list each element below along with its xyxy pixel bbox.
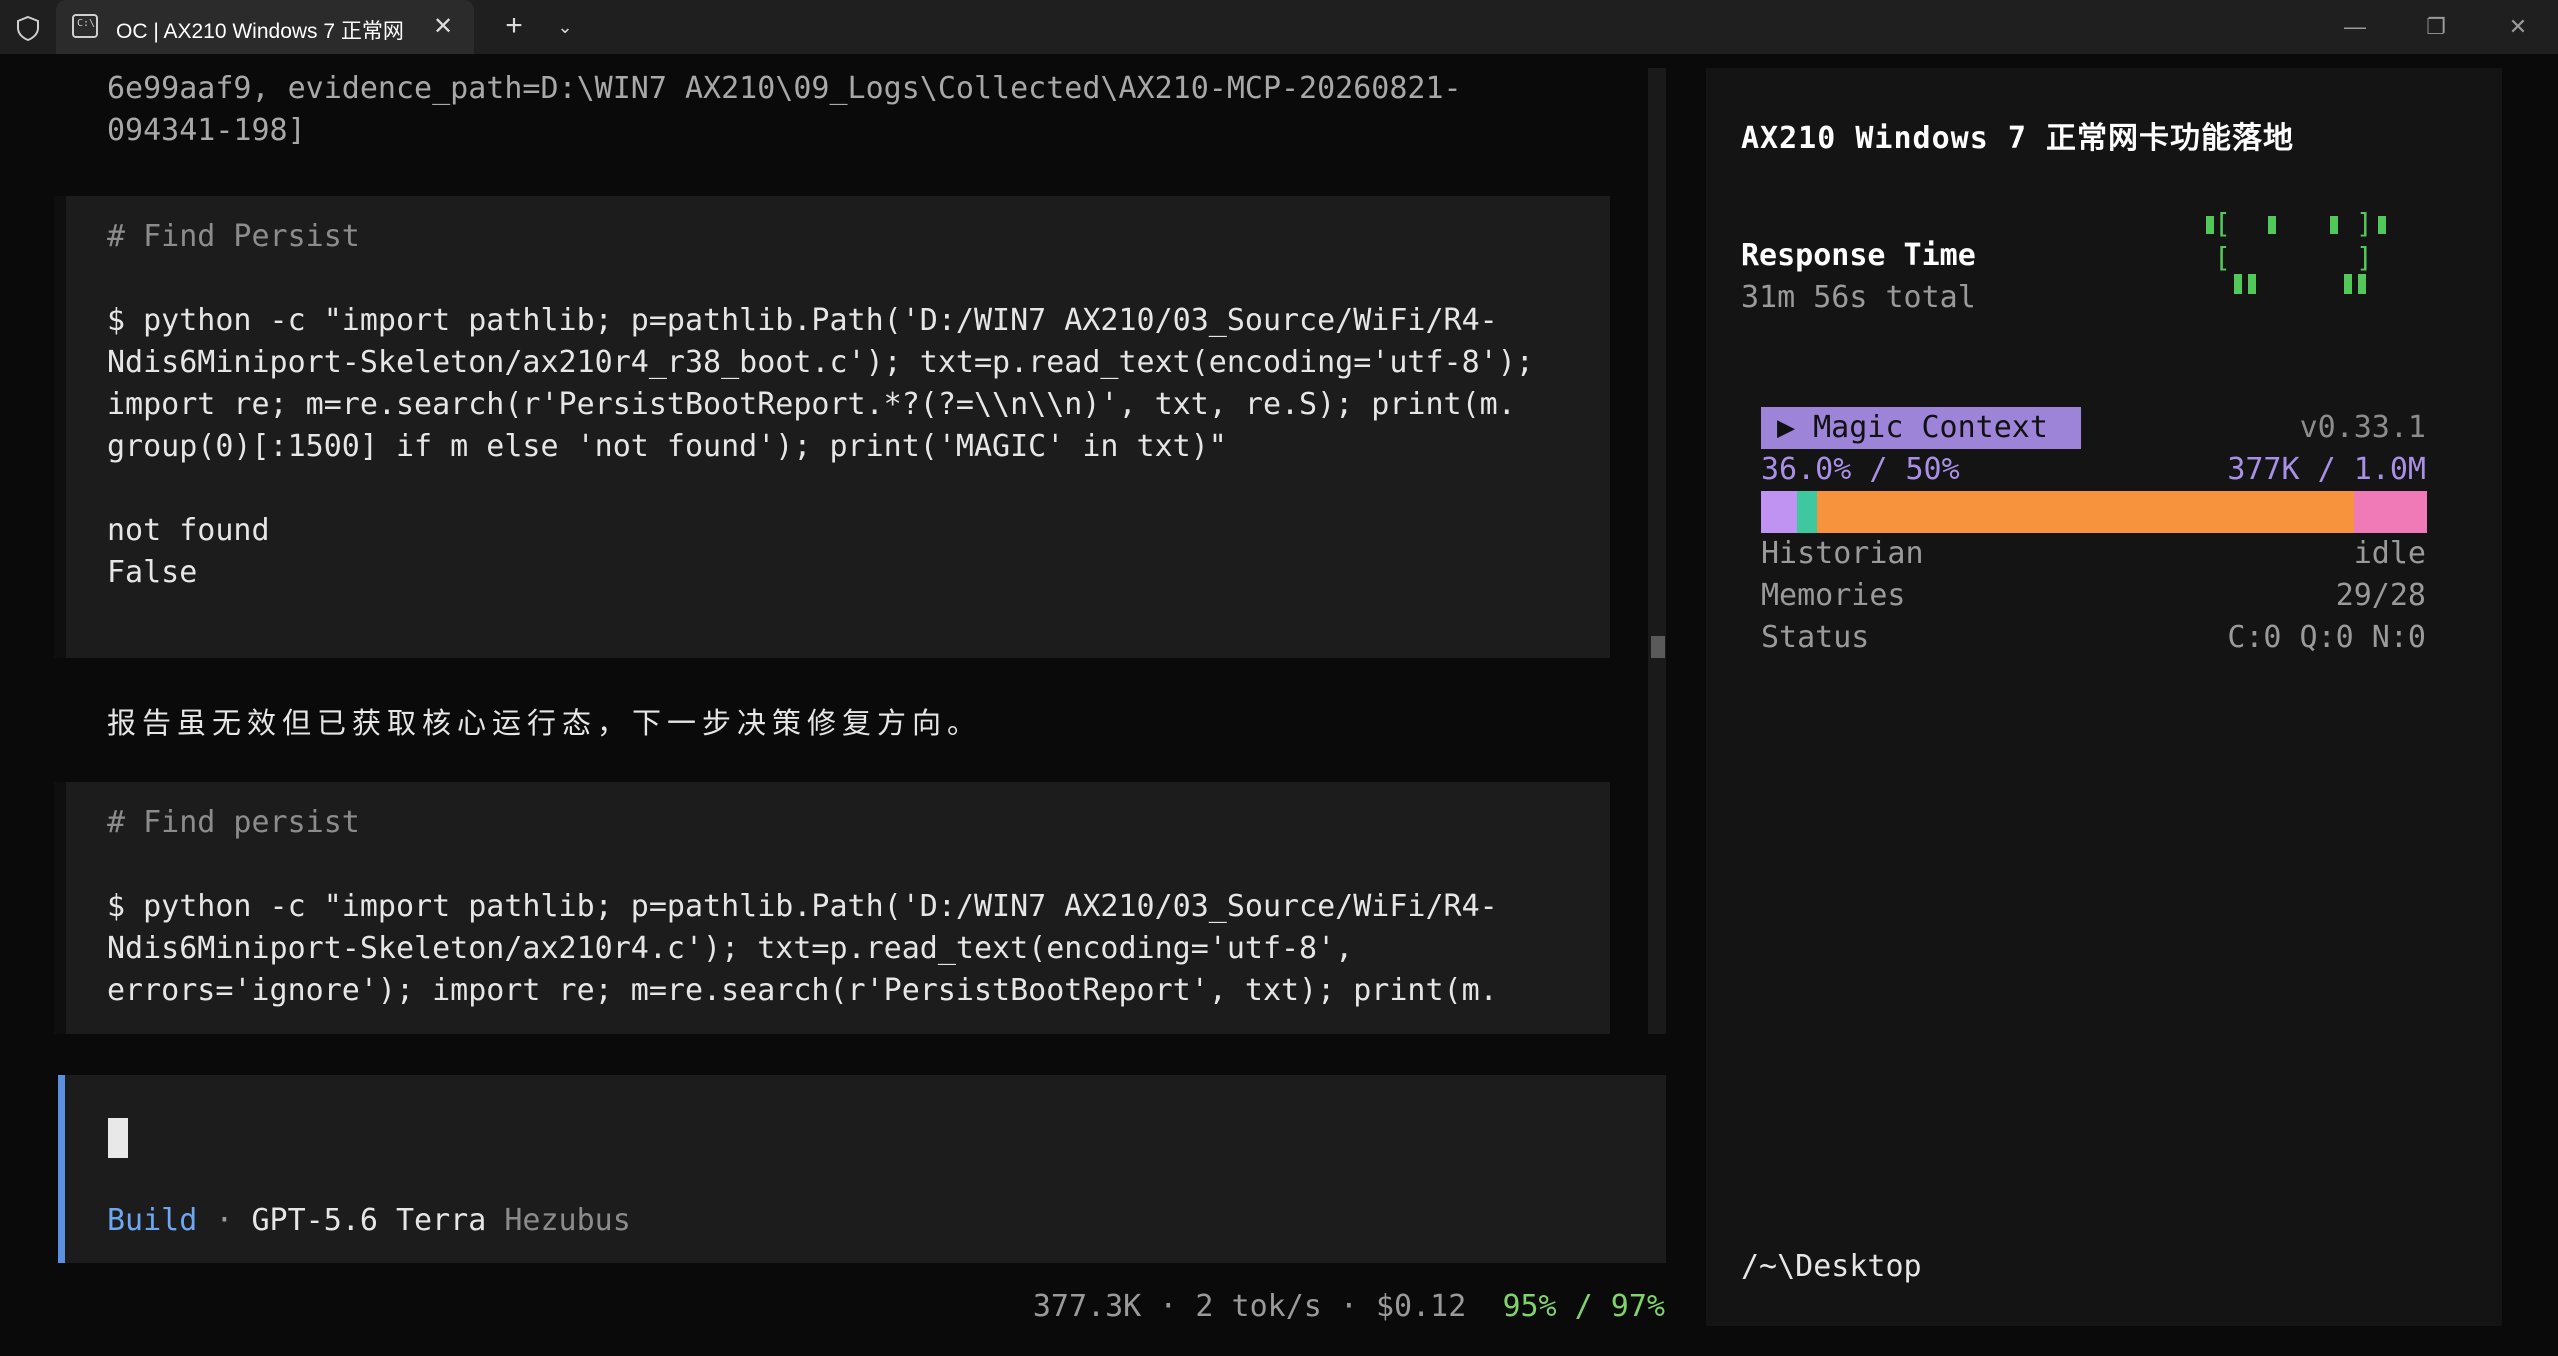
- tab-close-icon[interactable]: ✕: [424, 8, 462, 46]
- new-tab-button[interactable]: +: [494, 8, 534, 46]
- usage-bar-segment-pink: [2354, 491, 2427, 533]
- mode-label[interactable]: Build: [107, 1203, 197, 1238]
- output-line: not found: [107, 513, 270, 548]
- terminal-icon-text: C:\: [77, 18, 96, 29]
- text-cursor: [108, 1118, 128, 1158]
- evidence-line: 094341-198]: [107, 113, 306, 148]
- scrollbar-track[interactable]: [1648, 68, 1666, 1034]
- tab-title: OC | AX210 Windows 7 正常网: [116, 20, 404, 43]
- status-value: C:0 Q:0 N:0: [2227, 620, 2426, 655]
- input-accent-bar: [58, 1075, 65, 1263]
- scrollbar-thumb[interactable]: [1651, 636, 1665, 658]
- command-line: $ python -c "import pathlib; p=pathlib.P…: [107, 889, 1498, 924]
- tab-dropdown-icon[interactable]: ⌄: [548, 8, 582, 46]
- provider-name: Hezubus: [486, 1203, 631, 1238]
- title-bar: C:\ OC | AX210 Windows 7 正常网 ✕ + ⌄ — ❐ ✕: [0, 0, 2558, 54]
- assistant-note: 报告虽无效但已获取核心运行态，下一步决策修复方向。: [107, 706, 983, 740]
- status-label: Status: [1761, 620, 1870, 655]
- memories-label: Memories: [1761, 578, 1906, 613]
- context-percent: 95% / 97%: [1502, 1289, 1665, 1324]
- activity-spinner-icon: [ ] [ ]: [2206, 206, 2406, 296]
- command-line: group(0)[:1500] if m else 'not found'); …: [107, 429, 1227, 464]
- session-title: AX210 Windows 7 正常网卡功能落地: [1741, 121, 2294, 156]
- model-selector[interactable]: Build · GPT-5.6 Terra Hezubus: [107, 1200, 631, 1242]
- minimize-button[interactable]: —: [2315, 0, 2395, 54]
- transcript[interactable]: 6e99aaf9, evidence_path=D:\WIN7 AX210\09…: [0, 68, 1650, 1034]
- separator: ·: [197, 1203, 252, 1238]
- close-window-button[interactable]: ✕: [2478, 0, 2558, 54]
- tool-comment: # Find Persist: [107, 219, 360, 254]
- context-usage-tokens: 377K / 1.0M: [2227, 452, 2426, 487]
- magic-context-version: v0.33.1: [2299, 410, 2426, 445]
- usage-bar-segment-teal: [1797, 491, 1817, 533]
- tool-call-block: # Find persist ​ $ python -c "import pat…: [54, 782, 1610, 1034]
- context-usage-percent: 36.0% / 50%: [1761, 452, 1960, 487]
- response-time-label: Response Time: [1741, 238, 1976, 273]
- working-directory: /~\Desktop: [1741, 1249, 1922, 1284]
- session-sidebar: AX210 Windows 7 正常网卡功能落地 [ ] [ ] Respons…: [1706, 68, 2502, 1326]
- historian-label: Historian: [1761, 536, 1924, 571]
- command-line: Ndis6Miniport-Skeleton/ax210r4.c'); txt=…: [107, 931, 1354, 966]
- usage-bar-segment-purple: [1761, 491, 1797, 533]
- response-time-value: 31m 56s total: [1741, 280, 1976, 315]
- model-name[interactable]: GPT-5.6 Terra: [252, 1203, 487, 1238]
- memories-value: 29/28: [2335, 578, 2426, 613]
- magic-context-label: ▶ Magic Context: [1777, 410, 2048, 445]
- token-stats: 377.3K · 2 tok/s · $0.12: [1032, 1289, 1503, 1324]
- evidence-text: 6e99aaf9, evidence_path=D:\WIN7 AX210\09…: [107, 68, 1462, 152]
- restore-button[interactable]: ❐: [2396, 0, 2476, 54]
- command-line: errors='ignore'); import re; m=re.search…: [107, 973, 1498, 1008]
- tab-active[interactable]: C:\ OC | AX210 Windows 7 正常网 ✕: [56, 0, 474, 54]
- tool-comment: # Find persist: [107, 805, 360, 840]
- magic-context-badge: ▶ Magic Context: [1761, 407, 2081, 449]
- context-usage-bar: [1761, 491, 2427, 533]
- status-bar: 377.3K · 2 tok/s · $0.12 95% / 97%: [1033, 1286, 1665, 1328]
- command-line: Ndis6Miniport-Skeleton/ax210r4_r38_boot.…: [107, 345, 1534, 380]
- command-line: $ python -c "import pathlib; p=pathlib.P…: [107, 303, 1498, 338]
- shield-icon: [17, 15, 39, 42]
- command-line: import re; m=re.search(r'PersistBootRepo…: [107, 387, 1516, 422]
- tool-call-block: # Find Persist ​ $ python -c "import pat…: [54, 196, 1610, 658]
- output-line: False: [107, 555, 198, 590]
- evidence-line: 6e99aaf9, evidence_path=D:\WIN7 AX210\09…: [107, 71, 1462, 106]
- terminal-icon: C:\: [72, 14, 98, 38]
- historian-value: idle: [2353, 536, 2426, 571]
